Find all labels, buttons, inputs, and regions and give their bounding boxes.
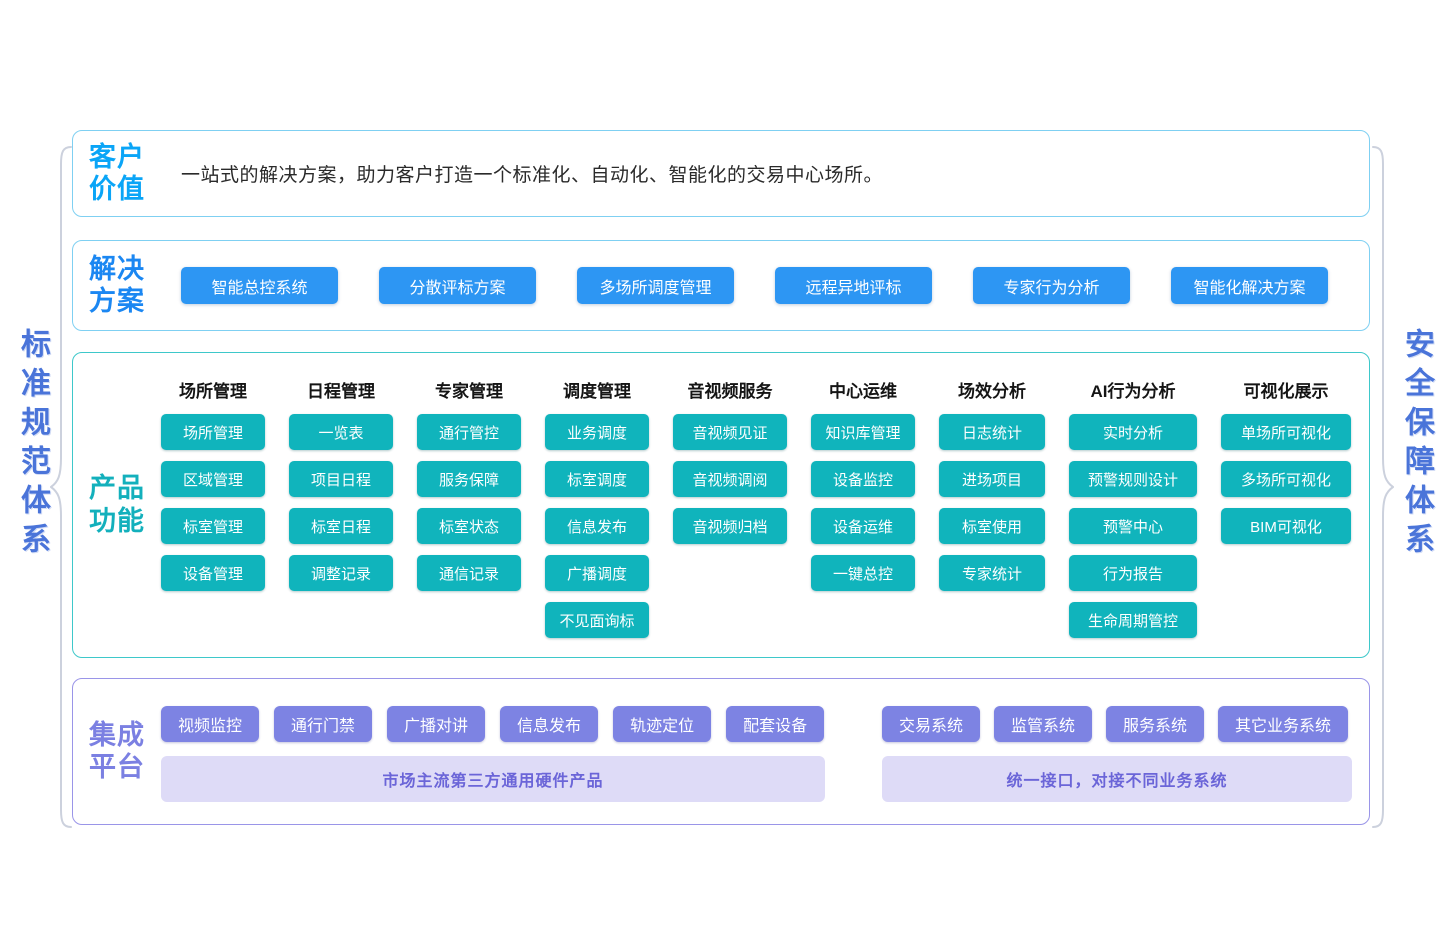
business-chip: 其它业务系统 [1218,706,1348,742]
diagram-canvas: 标准规范体系 安全保障体系 客户价值 一站式的解决方案，助力客户打造一个标准化、… [0,0,1446,940]
product-chip: 服务保障 [417,461,521,497]
business-chip-row: 交易系统监管系统服务系统其它业务系统 [882,706,1348,742]
hardware-chip: 轨迹定位 [613,706,711,742]
product-chip: 设备运维 [811,508,915,544]
right-brace [1372,146,1394,828]
product-chip: 设备监控 [811,461,915,497]
product-chip: 调整记录 [289,555,393,591]
business-chip: 监管系统 [994,706,1092,742]
customer-value-label: 客户价值 [89,141,151,207]
customer-value-description: 一站式的解决方案，助力客户打造一个标准化、自动化、智能化的交易中心场所。 [181,131,883,216]
solution-label: 解决方案 [89,253,151,319]
product-chip: 预警规则设计 [1069,461,1197,497]
product-column-expert: 专家管理 通行管控服务保障标室状态通信记录 [417,377,521,591]
hardware-chip: 广播对讲 [387,706,485,742]
product-chip: 实时分析 [1069,414,1197,450]
product-chip: 标室日程 [289,508,393,544]
column-header: 场所管理 [161,377,265,402]
column-header: 中心运维 [811,377,915,402]
column-header: 调度管理 [545,377,649,402]
product-column-ai-behavior: AI行为分析 实时分析预警规则设计预警中心行为报告生命周期管控 [1069,377,1197,638]
product-chip: 不见面询标 [545,602,649,638]
hardware-chip: 通行门禁 [274,706,372,742]
product-chip: 行为报告 [1069,555,1197,591]
product-column-schedule: 日程管理 一览表项目日程标室日程调整记录 [289,377,393,591]
product-chip: 标室调度 [545,461,649,497]
solution-chip: 专家行为分析 [973,267,1130,304]
product-column-visualization: 可视化展示 单场所可视化多场所可视化 BIM可视化 [1221,377,1351,544]
column-header: 可视化展示 [1221,377,1351,402]
business-chip: 服务系统 [1106,706,1204,742]
solution-chip: 远程异地评标 [775,267,932,304]
product-chip: 标室管理 [161,508,265,544]
product-chip: 一览表 [289,414,393,450]
product-chip: 音视频见证 [673,414,787,450]
product-chip: 专家统计 [939,555,1045,591]
product-chip: 场所管理 [161,414,265,450]
business-chip: 交易系统 [882,706,980,742]
product-chip: 广播调度 [545,555,649,591]
solution-chip: 智能化解决方案 [1171,267,1328,304]
product-chip: 生命周期管控 [1069,602,1197,638]
product-chip: 通行管控 [417,414,521,450]
product-chip: 多场所可视化 [1221,461,1351,497]
product-column-av-service: 音视频服务 音视频见证音视频调阅音视频归档 [673,377,787,544]
hardware-chip: 信息发布 [500,706,598,742]
product-column-analytics: 场效分析 日志统计进场项目标室使用专家统计 [939,377,1045,591]
product-chip: 进场项目 [939,461,1045,497]
product-column-dispatch: 调度管理 业务调度标室调度信息发布广播调度不见面询标 [545,377,649,638]
product-functions-grid: 场所管理 场所管理区域管理标室管理设备管理 日程管理 一览表项目日程标室日程调整… [161,377,1351,638]
column-header: 音视频服务 [673,377,787,402]
column-header: 场效分析 [939,377,1045,402]
hardware-banner: 市场主流第三方通用硬件产品 [161,756,825,802]
product-chip: 通信记录 [417,555,521,591]
solution-chip: 智能总控系统 [181,267,338,304]
product-chip: 一键总控 [811,555,915,591]
column-header: 专家管理 [417,377,521,402]
product-functions-section: 产品功能 场所管理 场所管理区域管理标室管理设备管理 日程管理 一览表项目日程标… [72,352,1370,658]
product-chip: 标室状态 [417,508,521,544]
product-functions-label: 产品功能 [89,472,151,538]
solution-chip: 多场所调度管理 [577,267,734,304]
hardware-chip: 配套设备 [726,706,824,742]
column-header: 日程管理 [289,377,393,402]
solution-section: 解决方案 智能总控系统 分散评标方案 多场所调度管理 远程异地评标 专家行为分析… [72,240,1370,331]
product-chip: 信息发布 [545,508,649,544]
right-side-label: 安全保障体系 [1394,328,1438,562]
product-column-venue: 场所管理 场所管理区域管理标室管理设备管理 [161,377,265,591]
business-banner: 统一接口，对接不同业务系统 [882,756,1352,802]
hardware-chip-row: 视频监控通行门禁广播对讲信息发布轨迹定位配套设备 [161,706,824,742]
product-chip: 业务调度 [545,414,649,450]
integration-platform-section: 集成平台 视频监控通行门禁广播对讲信息发布轨迹定位配套设备 市场主流第三方通用硬… [72,678,1370,825]
product-column-center-ops: 中心运维 知识库管理设备监控设备运维一键总控 [811,377,915,591]
product-chip: 标室使用 [939,508,1045,544]
left-brace [50,146,72,828]
solution-chip-row: 智能总控系统 分散评标方案 多场所调度管理 远程异地评标 专家行为分析 智能化解… [181,241,1328,330]
product-chip: 知识库管理 [811,414,915,450]
integration-platform-label: 集成平台 [89,719,151,785]
product-chip: 预警中心 [1069,508,1197,544]
product-chip: BIM可视化 [1221,508,1351,544]
product-chip: 音视频调阅 [673,461,787,497]
product-chip: 设备管理 [161,555,265,591]
product-chip: 音视频归档 [673,508,787,544]
product-chip: 区域管理 [161,461,265,497]
product-chip: 日志统计 [939,414,1045,450]
customer-value-section: 客户价值 一站式的解决方案，助力客户打造一个标准化、自动化、智能化的交易中心场所… [72,130,1370,217]
left-side-label: 标准规范体系 [10,328,54,562]
product-chip: 单场所可视化 [1221,414,1351,450]
product-chip: 项目日程 [289,461,393,497]
solution-chip: 分散评标方案 [379,267,536,304]
column-header: AI行为分析 [1069,377,1197,402]
hardware-chip: 视频监控 [161,706,259,742]
